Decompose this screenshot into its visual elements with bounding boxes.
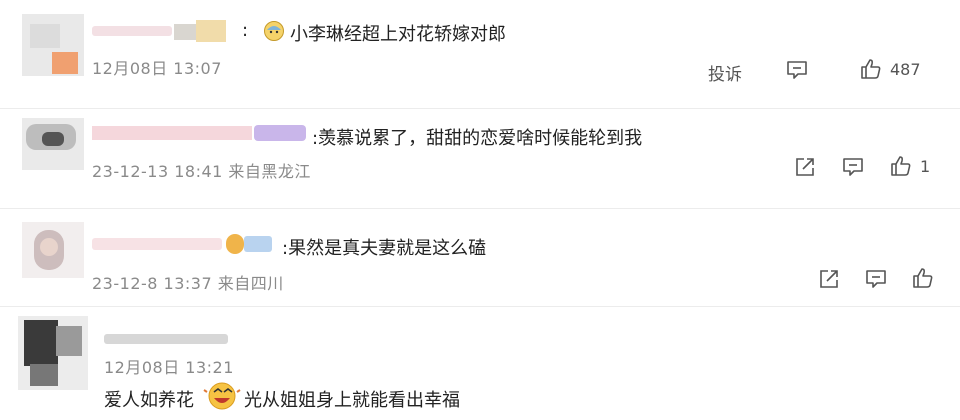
avatar[interactable] xyxy=(18,316,88,390)
comment-text: 小李琳经超上对花轿嫁对郎 xyxy=(290,24,506,45)
comment-text: 爱人如养花 xyxy=(104,390,194,411)
thumbs-up-icon[interactable] xyxy=(912,267,934,289)
like-count: 487 xyxy=(890,59,921,79)
thumbs-up-icon xyxy=(860,58,882,80)
report-button[interactable]: 投诉 xyxy=(708,60,742,85)
comment-time: 12月08日 13:07 xyxy=(92,59,222,78)
comment-time-location: 23-12-13 18:41 来自黑龙江 xyxy=(92,162,311,181)
share-icon[interactable] xyxy=(794,156,816,178)
divider xyxy=(0,306,960,307)
divider xyxy=(0,108,960,109)
comment-icon[interactable] xyxy=(865,269,887,289)
divider xyxy=(0,208,960,209)
comment-text: 光从姐姐身上就能看出幸福 xyxy=(244,390,460,411)
username-blurred[interactable] xyxy=(92,20,232,42)
avatar[interactable] xyxy=(22,118,84,170)
comment-text: :果然是真夫妻就是这么磕 xyxy=(282,238,487,259)
comment-icon[interactable] xyxy=(842,157,864,177)
like-button[interactable]: 487 xyxy=(860,58,921,80)
comment-icon[interactable] xyxy=(786,60,808,80)
comment-time-location: 23-12-8 13:37 来自四川 xyxy=(92,274,284,293)
like-count: 1 xyxy=(920,156,931,176)
report-label: 投诉 xyxy=(708,65,742,85)
comment-separator: : xyxy=(242,20,249,41)
share-icon[interactable] xyxy=(818,268,840,290)
emoji-icon xyxy=(200,380,244,412)
username-blurred[interactable] xyxy=(92,232,282,256)
emoji-icon xyxy=(262,20,286,42)
comment-text: :羡慕说累了，甜甜的恋爱啥时候能轮到我 xyxy=(312,128,643,149)
like-button[interactable]: 1 xyxy=(890,155,930,177)
avatar[interactable] xyxy=(22,14,84,76)
avatar[interactable] xyxy=(22,222,84,278)
comment-time: 12月08日 13:21 xyxy=(104,358,234,377)
username-blurred[interactable] xyxy=(92,122,312,144)
username-blurred[interactable] xyxy=(104,330,234,348)
thumbs-up-icon xyxy=(890,155,912,177)
